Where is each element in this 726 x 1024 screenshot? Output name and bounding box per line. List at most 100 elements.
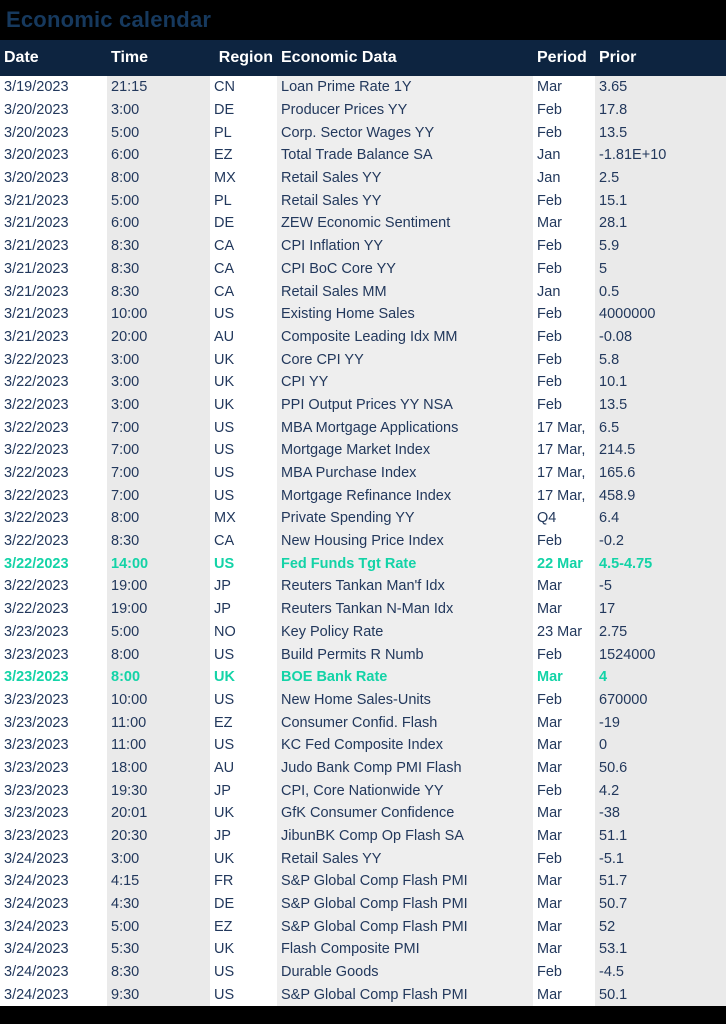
table-row[interactable]: 3/23/2023 8:00 UK BOE Bank Rate Mar 4 xyxy=(0,665,726,689)
cell-region: CN xyxy=(210,76,277,99)
table-row[interactable]: 3/23/2023 20:01 UK GfK Consumer Confidence M… xyxy=(0,802,726,825)
table-row[interactable]: 3/23/2023 19:30 JP CPI, Core Nationwide YY F… xyxy=(0,779,726,802)
cell-prior: -4.5 xyxy=(595,960,726,984)
table-row[interactable]: 3/24/2023 4:15 FR S&P Global Comp Flash PMI… xyxy=(0,870,726,893)
column-header-economic-data[interactable]: Economic Data xyxy=(277,40,533,76)
table-row[interactable]: 3/23/2023 18:00 AU Judo Bank Comp PMI Flash… xyxy=(0,756,726,780)
table-row[interactable]: 3/22/2023 7:00 US Mortgage Market Index 17 M… xyxy=(0,439,726,462)
table-row[interactable]: 3/23/2023 8:00 US Build Permits R Numb Feb 15… xyxy=(0,643,726,666)
cell-prior: 1524000 xyxy=(595,643,726,666)
cell-period: Feb xyxy=(533,121,595,145)
cell-region: US xyxy=(210,484,277,508)
cell-region: DE xyxy=(210,212,277,235)
table-row[interactable]: 3/22/2023 14:00 US Fed Funds Tgt Rate 22 Mar… xyxy=(0,552,726,576)
cell-region: US xyxy=(210,302,277,326)
table-row[interactable]: 3/24/2023 8:30 US Durable Goods Feb -4.5 xyxy=(0,960,726,984)
table-row[interactable]: 3/23/2023 5:00 NO Key Policy Rate 23 Mar 2.75 xyxy=(0,620,726,644)
cell-prior: 2.5 xyxy=(595,166,726,190)
cell-period: 22 Mar xyxy=(533,552,595,576)
table-row[interactable]: 3/21/2023 8:30 CA Retail Sales MM Jan 0.5 xyxy=(0,280,726,303)
cell-data: Private Spending YY xyxy=(277,507,533,530)
column-header-prior[interactable]: Prior xyxy=(595,40,726,76)
cell-time: 3:00 xyxy=(107,98,210,122)
column-header-region[interactable]: Region xyxy=(210,40,277,76)
table-row[interactable]: 3/22/2023 3:00 UK CPI YY Feb 10.1 xyxy=(0,370,726,394)
cell-prior: 165.6 xyxy=(595,461,726,485)
cell-region: DE xyxy=(210,98,277,122)
cell-period: Feb xyxy=(533,98,595,122)
cell-data: Producer Prices YY xyxy=(277,98,533,122)
table-row[interactable]: 3/22/2023 8:00 MX Private Spending YY Q4 6.4 xyxy=(0,507,726,530)
cell-data: JibunBK Comp Op Flash SA xyxy=(277,824,533,848)
economic-calendar-table: Date Time Region Economic Data Period Pr… xyxy=(0,40,726,1007)
table-row[interactable]: 3/20/2023 3:00 DE Producer Prices YY Feb 17.8 xyxy=(0,98,726,122)
cell-period: Feb xyxy=(533,688,595,712)
cell-period: Jan xyxy=(533,280,595,303)
cell-date: 3/22/2023 xyxy=(0,484,107,508)
cell-time: 8:00 xyxy=(107,643,210,666)
table-row[interactable]: 3/24/2023 4:30 DE S&P Global Comp Flash PMI… xyxy=(0,892,726,916)
cell-date: 3/24/2023 xyxy=(0,915,107,939)
table-row[interactable]: 3/23/2023 20:30 JP JibunBK Comp Op Flash SA… xyxy=(0,824,726,848)
cell-time: 9:30 xyxy=(107,983,210,1007)
table-row[interactable]: 3/22/2023 3:00 UK PPI Output Prices YY NSA F… xyxy=(0,393,726,417)
table-row[interactable]: 3/23/2023 10:00 US New Home Sales-Units Feb 6… xyxy=(0,688,726,712)
cell-data: S&P Global Comp Flash PMI xyxy=(277,983,533,1007)
table-row[interactable]: 3/20/2023 5:00 PL Corp. Sector Wages YY Feb 1… xyxy=(0,121,726,145)
table-row[interactable]: 3/21/2023 10:00 US Existing Home Sales Feb 40… xyxy=(0,302,726,326)
table-row[interactable]: 3/24/2023 5:30 UK Flash Composite PMI Mar 53.… xyxy=(0,938,726,961)
table-row[interactable]: 3/23/2023 11:00 US KC Fed Composite Index Ma… xyxy=(0,733,726,757)
table-row[interactable]: 3/21/2023 8:30 CA CPI BoC Core YY Feb 5 xyxy=(0,257,726,281)
cell-prior: 17 xyxy=(595,597,726,621)
cell-data: Build Permits R Numb xyxy=(277,643,533,666)
cell-period: Mar xyxy=(533,597,595,621)
table-row[interactable]: 3/22/2023 7:00 US Mortgage Refinance Index 1… xyxy=(0,484,726,508)
cell-date: 3/22/2023 xyxy=(0,552,107,576)
cell-prior: -38 xyxy=(595,802,726,825)
cell-region: US xyxy=(210,643,277,666)
table-row[interactable]: 3/21/2023 8:30 CA CPI Inflation YY Feb 5.9 xyxy=(0,234,726,258)
table-row[interactable]: 3/22/2023 3:00 UK Core CPI YY Feb 5.8 xyxy=(0,348,726,371)
cell-date: 3/21/2023 xyxy=(0,280,107,303)
table-row[interactable]: 3/24/2023 5:00 EZ S&P Global Comp Flash PMI… xyxy=(0,915,726,939)
table-row[interactable]: 3/19/2023 21:15 CN Loan Prime Rate 1Y Mar 3.6… xyxy=(0,76,726,99)
cell-time: 3:00 xyxy=(107,847,210,871)
cell-date: 3/23/2023 xyxy=(0,620,107,644)
cell-region: UK xyxy=(210,370,277,394)
cell-region: CA xyxy=(210,234,277,258)
table-row[interactable]: 3/22/2023 8:30 CA New Housing Price Index Fe… xyxy=(0,529,726,553)
cell-region: UK xyxy=(210,348,277,371)
table-row[interactable]: 3/20/2023 6:00 EZ Total Trade Balance SA Jan… xyxy=(0,144,726,167)
cell-period: Mar xyxy=(533,938,595,961)
table-row[interactable]: 3/22/2023 7:00 US MBA Purchase Index 17 Mar,… xyxy=(0,461,726,485)
table-row[interactable]: 3/21/2023 20:00 AU Composite Leading Idx MM… xyxy=(0,325,726,349)
table-row[interactable]: 3/22/2023 7:00 US MBA Mortgage Applications… xyxy=(0,416,726,439)
table-row[interactable]: 3/22/2023 19:00 JP Reuters Tankan Man'f Idx… xyxy=(0,575,726,598)
cell-period: Jan xyxy=(533,166,595,190)
cell-region: CA xyxy=(210,257,277,281)
cell-time: 7:00 xyxy=(107,439,210,462)
column-header-time[interactable]: Time xyxy=(107,40,210,76)
table-row[interactable]: 3/21/2023 6:00 DE ZEW Economic Sentiment Mar… xyxy=(0,212,726,235)
column-header-period[interactable]: Period xyxy=(533,40,595,76)
table-row[interactable]: 3/24/2023 3:00 UK Retail Sales YY Feb -5.1 xyxy=(0,847,726,871)
table-row[interactable]: 3/22/2023 19:00 JP Reuters Tankan N-Man Idx… xyxy=(0,597,726,621)
cell-time: 8:30 xyxy=(107,257,210,281)
cell-region: US xyxy=(210,552,277,576)
cell-time: 7:00 xyxy=(107,484,210,508)
cell-date: 3/24/2023 xyxy=(0,847,107,871)
table-row[interactable]: 3/21/2023 5:00 PL Retail Sales YY Feb 15.1 xyxy=(0,189,726,213)
table-row[interactable]: 3/23/2023 11:00 EZ Consumer Confid. Flash Ma… xyxy=(0,711,726,734)
column-header-date[interactable]: Date xyxy=(0,40,107,76)
table-body: 3/19/2023 21:15 CN Loan Prime Rate 1Y Mar 3.6… xyxy=(0,76,726,1007)
cell-period: Feb xyxy=(533,393,595,417)
cell-data: S&P Global Comp Flash PMI xyxy=(277,915,533,939)
cell-region: EZ xyxy=(210,144,277,167)
cell-prior: 15.1 xyxy=(595,189,726,213)
cell-time: 5:30 xyxy=(107,938,210,961)
cell-time: 20:01 xyxy=(107,802,210,825)
cell-period: Feb xyxy=(533,234,595,258)
table-row[interactable]: 3/24/2023 9:30 US S&P Global Comp Flash PMI… xyxy=(0,983,726,1007)
cell-time: 7:00 xyxy=(107,461,210,485)
table-row[interactable]: 3/20/2023 8:00 MX Retail Sales YY Jan 2.5 xyxy=(0,166,726,190)
